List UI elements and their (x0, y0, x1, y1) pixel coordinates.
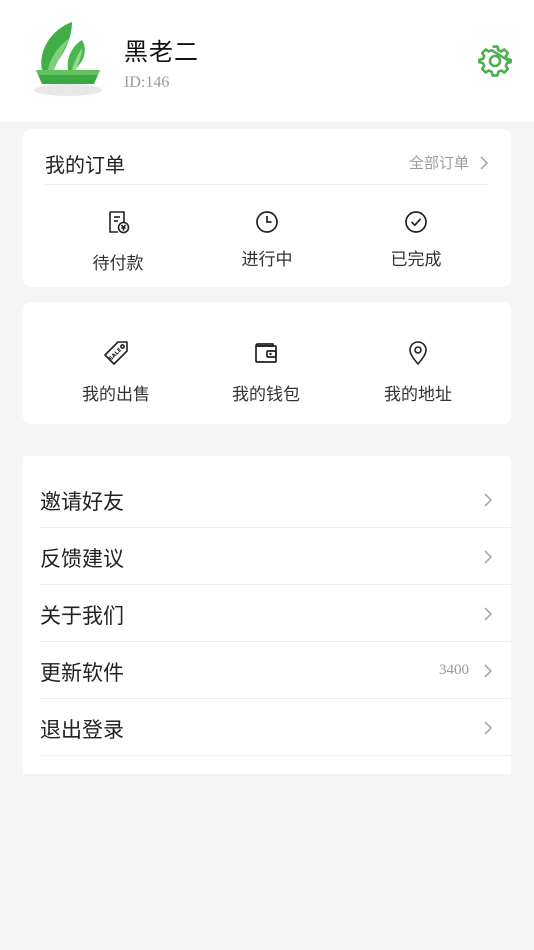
chevron-right-icon (480, 155, 489, 170)
profile-header: 黑老二 ID:146 (0, 0, 534, 122)
user-id: ID:146 (124, 74, 170, 91)
services-card: SALE 我的出售 我的钱包 我的地址 (23, 302, 511, 424)
settings-menu: 邀请好友 反馈建议 关于我们 更新软件 3400 退出登录 (23, 456, 511, 774)
service-my-sales[interactable]: SALE 我的出售 (41, 340, 191, 410)
user-name: 黑老二 (124, 38, 199, 66)
menu-item-invite-friends[interactable]: 邀请好友 (40, 471, 511, 528)
menu-item-logout[interactable]: 退出登录 (40, 699, 511, 756)
service-my-address[interactable]: 我的地址 (343, 340, 493, 410)
menu-item-about-us[interactable]: 关于我们 (40, 585, 511, 642)
location-pin-icon (409, 341, 427, 365)
order-pending-payment[interactable]: 待付款 (43, 209, 193, 279)
all-orders-link[interactable]: 全部订单 (409, 152, 489, 173)
menu-item-feedback[interactable]: 反馈建议 (40, 528, 511, 585)
menu-item-update-software[interactable]: 更新软件 3400 (40, 642, 511, 699)
clock-icon (256, 211, 278, 233)
orders-header: 我的订单 全部订单 (45, 129, 489, 185)
orders-title: 我的订单 (45, 153, 125, 177)
service-my-sales-label: 我的出售 (82, 385, 150, 405)
menu-item-label: 反馈建议 (40, 547, 124, 571)
menu-item-label: 邀请好友 (40, 490, 124, 514)
service-my-wallet[interactable]: 我的钱包 (191, 340, 341, 410)
wallet-icon (255, 343, 277, 363)
sale-tag-icon: SALE (104, 341, 128, 365)
order-completed-label: 已完成 (390, 250, 442, 270)
menu-item-label: 关于我们 (40, 604, 124, 628)
orders-card: 我的订单 全部订单 待付款 进行中 已完成 (23, 129, 511, 287)
order-completed[interactable]: 已完成 (341, 209, 491, 279)
chevron-right-icon (484, 493, 493, 507)
app-logo (28, 18, 106, 98)
pending-payment-icon (109, 211, 130, 234)
version-number: 3400 (439, 662, 469, 678)
chevron-right-icon (484, 721, 493, 735)
chevron-right-icon (484, 550, 493, 564)
settings-button[interactable] (478, 44, 512, 78)
gear-icon (478, 45, 512, 77)
all-orders-label: 全部订单 (408, 154, 469, 172)
service-my-wallet-label: 我的钱包 (232, 385, 300, 405)
service-my-address-label: 我的地址 (384, 385, 452, 405)
order-pending-payment-label: 待付款 (92, 254, 144, 274)
check-circle-icon (405, 211, 427, 233)
order-in-progress[interactable]: 进行中 (192, 209, 342, 279)
menu-item-label: 更新软件 (40, 661, 124, 685)
order-in-progress-label: 进行中 (241, 250, 293, 270)
chevron-right-icon (484, 664, 493, 678)
menu-item-label: 退出登录 (40, 718, 124, 742)
chevron-right-icon (484, 607, 493, 621)
